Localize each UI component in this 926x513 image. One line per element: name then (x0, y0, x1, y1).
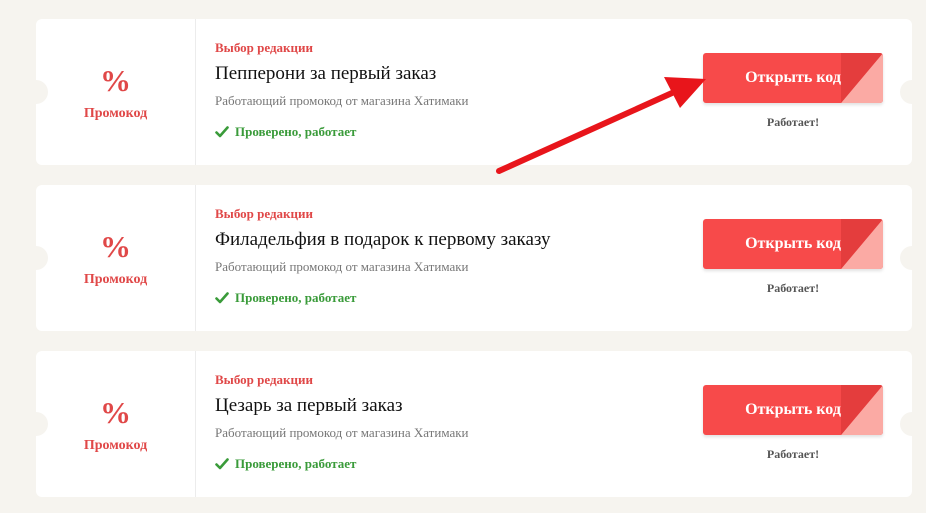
verified-status: Проверено, работает (215, 124, 356, 140)
percent-icon: % (100, 229, 131, 264)
coupon-title: Цезарь за первый заказ (215, 395, 403, 416)
works-status: Работает! (766, 447, 820, 461)
promo-type-label: Промокод (83, 438, 148, 453)
open-code-button-label: Открыть код (745, 69, 841, 86)
promo-type-label: Промокод (83, 272, 148, 287)
coupon-card: % Промокод Выбор редакции Филадельфия в … (24, 185, 924, 331)
ticket-notch (900, 412, 924, 436)
verified-text: Проверено, работает (235, 456, 357, 471)
editors-choice-badge: Выбор редакции (215, 206, 313, 221)
check-icon (215, 126, 229, 138)
promo-type-panel: % Промокод (36, 351, 196, 497)
verified-status: Проверено, работает (215, 456, 356, 472)
editors-choice-badge: Выбор редакции (215, 372, 313, 387)
promo-type-label: Промокод (83, 106, 148, 121)
coupon-card: % Промокод Выбор редакции Пепперони за п… (24, 19, 924, 165)
open-code-button[interactable]: Открыть код (703, 219, 883, 269)
check-icon (215, 458, 229, 470)
check-icon (215, 292, 229, 304)
editors-choice-badge: Выбор редакции (215, 40, 313, 55)
open-code-button[interactable]: Открыть код (703, 385, 883, 435)
ticket-notch (900, 80, 924, 104)
coupon-title: Пепперони за первый заказ (215, 63, 437, 84)
percent-icon: % (100, 63, 131, 98)
coupon-card: % Промокод Выбор редакции Цезарь за перв… (24, 351, 924, 497)
open-code-button-label: Открыть код (745, 401, 841, 418)
coupon-title: Филадельфия в подарок к первому заказу (215, 229, 551, 250)
promo-type-panel: % Промокод (36, 19, 196, 165)
open-code-button[interactable]: Открыть код (703, 53, 883, 103)
verified-text: Проверено, работает (235, 290, 357, 305)
coupon-subtitle: Работающий промокод от магазина Хатимаки (215, 93, 469, 108)
verified-text: Проверено, работает (235, 124, 357, 139)
coupon-subtitle: Работающий промокод от магазина Хатимаки (215, 259, 469, 274)
verified-status: Проверено, работает (215, 290, 356, 306)
works-status: Работает! (766, 115, 820, 129)
ticket-notch (900, 246, 924, 270)
promo-type-panel: % Промокод (36, 185, 196, 331)
percent-icon: % (100, 395, 131, 430)
coupon-subtitle: Работающий промокод от магазина Хатимаки (215, 425, 469, 440)
works-status: Работает! (766, 281, 820, 295)
open-code-button-label: Открыть код (745, 235, 841, 252)
